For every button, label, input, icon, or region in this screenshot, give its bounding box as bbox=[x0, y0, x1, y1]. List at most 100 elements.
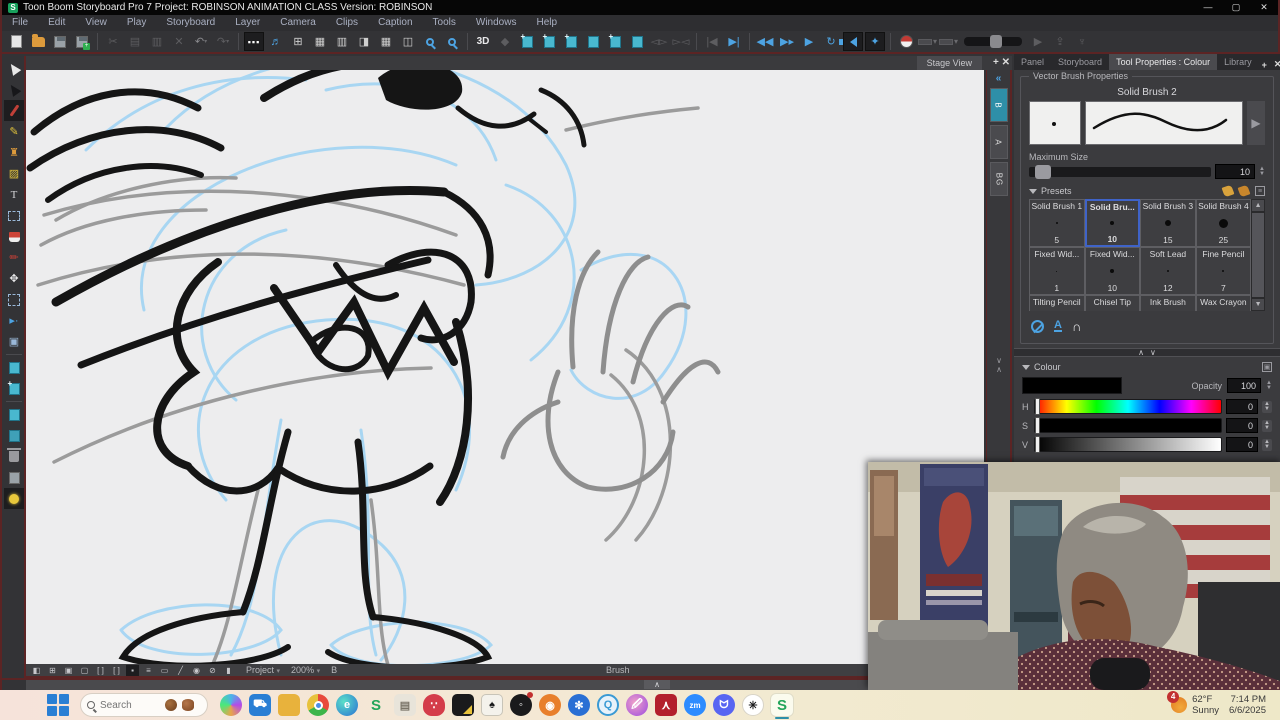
layer-tab-b[interactable]: B bbox=[989, 88, 1008, 122]
menu-play[interactable]: Play bbox=[117, 15, 156, 31]
minimize-button[interactable]: — bbox=[1194, 0, 1222, 15]
tab-library[interactable]: Library bbox=[1217, 54, 1259, 70]
stage-add-view-button[interactable]: + bbox=[993, 57, 999, 68]
new-panel-icon[interactable] bbox=[517, 32, 537, 51]
opacity-stepper[interactable]: ▲ ▼ bbox=[1266, 380, 1272, 391]
menu-layer[interactable]: Layer bbox=[225, 15, 270, 31]
saturation-value[interactable]: 0 bbox=[1226, 418, 1259, 433]
transform-tool[interactable] bbox=[4, 79, 24, 100]
taskbar-store-icon[interactable]: ⛟ bbox=[249, 694, 271, 716]
redo-icon[interactable]: ↷ ▾ bbox=[213, 32, 233, 51]
table-view-icon[interactable]: ▦ bbox=[376, 32, 396, 51]
tab-tool-properties-colour[interactable]: Tool Properties : Colour bbox=[1109, 54, 1218, 70]
preset-tilting-pencil[interactable]: Tilting Pencil bbox=[1029, 295, 1085, 311]
hue-value[interactable]: 0 bbox=[1226, 399, 1259, 414]
status-zoom-dropdown[interactable]: 200% ▾ bbox=[291, 665, 320, 675]
preset-solid-brush-3[interactable]: Solid Brush 3 15 bbox=[1140, 199, 1196, 247]
paint-tool[interactable] bbox=[4, 226, 24, 247]
taskbar-green-s-icon[interactable]: S bbox=[365, 694, 387, 716]
start-button-icon[interactable] bbox=[46, 693, 70, 717]
draw-behind-icon[interactable] bbox=[1031, 319, 1044, 333]
layer-tab-bg[interactable]: BG bbox=[989, 162, 1008, 196]
colour-wheel-icon[interactable]: ◉ bbox=[190, 665, 203, 676]
scroll-down-icon[interactable]: ▼ bbox=[1252, 299, 1265, 310]
colour-collapse-icon[interactable] bbox=[1022, 364, 1030, 370]
preset-solid-brush-2[interactable]: Solid Bru... 10 bbox=[1084, 199, 1141, 247]
auto-light-table-button[interactable] bbox=[4, 488, 24, 509]
taskbar-clock[interactable]: 7:14 PM 6/6/2025 bbox=[1229, 694, 1266, 716]
copy-panel-icon[interactable] bbox=[605, 32, 625, 51]
hue-stepper[interactable]: ▲ ▼ bbox=[1262, 400, 1272, 413]
taskbar-weather-widget[interactable]: 4 62°F Sunny bbox=[1167, 691, 1219, 716]
collapse-panel-icon[interactable]: « bbox=[991, 73, 1007, 85]
playback-mode-dropdown[interactable]: ▾ bbox=[939, 37, 958, 46]
taskbar-quicktime-icon[interactable]: Q bbox=[597, 694, 619, 716]
value-value[interactable]: 0 bbox=[1226, 437, 1259, 452]
preset-soft-lead[interactable]: Soft Lead 12 bbox=[1140, 247, 1196, 295]
preset-chisel-tip[interactable]: Chisel Tip bbox=[1084, 295, 1141, 311]
save-icon[interactable] bbox=[50, 32, 70, 51]
new-panel-before-icon[interactable] bbox=[539, 32, 559, 51]
auto-flatten-icon[interactable]: A bbox=[1054, 320, 1062, 332]
menu-edit[interactable]: Edit bbox=[38, 15, 75, 31]
current-colour-swatch[interactable] bbox=[1022, 377, 1122, 394]
taskbar-zoom-icon[interactable]: zm bbox=[684, 694, 706, 716]
close-button[interactable]: ✕ bbox=[1250, 0, 1278, 15]
taskbar-blender-icon[interactable]: ◉ bbox=[539, 694, 561, 716]
zoom-out-icon[interactable] bbox=[420, 32, 440, 51]
preset-fixed-width-1[interactable]: Fixed Wid... 1 bbox=[1029, 247, 1085, 295]
presets-scrollbar[interactable]: ▲ ▼ bbox=[1251, 199, 1265, 311]
scroll-thumb[interactable] bbox=[1252, 213, 1265, 297]
preset-menu-icon[interactable]: ≡ bbox=[1255, 186, 1265, 196]
camera-preview-toggle-icon[interactable]: ✦ bbox=[865, 32, 885, 51]
first-frame-icon[interactable]: ◀◀ bbox=[755, 32, 775, 51]
preset-solid-brush-4[interactable]: Solid Brush 4 25 bbox=[1195, 199, 1252, 247]
zoom-in-icon[interactable] bbox=[442, 32, 462, 51]
undo-icon[interactable]: ↶ ▾ bbox=[191, 32, 211, 51]
search-input[interactable] bbox=[100, 699, 160, 711]
maximize-button[interactable]: ▢ bbox=[1222, 0, 1250, 15]
taskbar-file-explorer-icon[interactable] bbox=[278, 694, 300, 716]
menu-windows[interactable]: Windows bbox=[466, 15, 527, 31]
menu-tools[interactable]: Tools bbox=[423, 15, 466, 31]
saturation-stepper[interactable]: ▲ ▼ bbox=[1262, 419, 1272, 432]
project-safety-icon[interactable]: [ ] bbox=[94, 665, 107, 676]
taskbar-edge-icon[interactable]: e bbox=[336, 694, 358, 716]
colour-menu-icon[interactable]: ▣ bbox=[1262, 362, 1272, 372]
taskbar-storyboard-pro-icon[interactable]: S bbox=[771, 694, 793, 719]
taskbar-chrome-icon[interactable] bbox=[307, 694, 329, 716]
edit-pivot-tool[interactable]: ▣ bbox=[4, 331, 24, 352]
menu-view[interactable]: View bbox=[75, 15, 117, 31]
create-panel-button[interactable] bbox=[4, 357, 24, 378]
new-project-icon[interactable] bbox=[6, 32, 26, 51]
previous-panel-icon[interactable]: |◀ bbox=[702, 32, 722, 51]
next-panel-icon[interactable]: ▶| bbox=[724, 32, 744, 51]
contour-editor-tool[interactable]: ▸· bbox=[4, 310, 24, 331]
strip-splitter-handle[interactable]: ∨ ∧ bbox=[988, 356, 1010, 374]
eraser-tool[interactable]: ▨ bbox=[4, 163, 24, 184]
menu-camera[interactable]: Camera bbox=[270, 15, 326, 31]
thumbnail-view-icon[interactable]: ▥ bbox=[332, 32, 352, 51]
menu-caption[interactable]: Caption bbox=[368, 15, 422, 31]
hue-slider[interactable] bbox=[1034, 398, 1223, 415]
taskbar-red-app-icon[interactable]: ∵ bbox=[423, 694, 445, 716]
stamp-tool[interactable]: ♜ bbox=[4, 142, 24, 163]
action-safe-icon[interactable]: ▢ bbox=[78, 665, 91, 676]
timeline-expander-button[interactable]: ∧ bbox=[644, 680, 670, 689]
taskbar-copilot-icon[interactable] bbox=[220, 694, 242, 716]
taskbar-discord-icon[interactable]: ᗢ bbox=[713, 694, 735, 716]
max-size-slider[interactable] bbox=[1029, 164, 1212, 179]
paste-icon[interactable]: ▥ bbox=[147, 32, 167, 51]
add-panel-button[interactable] bbox=[4, 378, 24, 399]
lock-icon[interactable]: ▮ bbox=[222, 665, 235, 676]
brush-preview-expand-button[interactable]: ▶ bbox=[1247, 101, 1265, 145]
duplicate-panel-icon[interactable] bbox=[583, 32, 603, 51]
max-size-value[interactable]: 10 bbox=[1215, 164, 1256, 179]
panel-black-view-icon[interactable]: ◨ bbox=[354, 32, 374, 51]
split-panel-icon[interactable] bbox=[627, 32, 647, 51]
taskbar-notepad-icon[interactable]: ▤ bbox=[394, 694, 416, 716]
camera-frame-icon[interactable]: [ ] bbox=[110, 665, 123, 676]
taskbar-vinyl-icon[interactable]: ◦ bbox=[510, 692, 533, 716]
rename-panel-button[interactable] bbox=[4, 467, 24, 488]
add-panel-tab-button[interactable]: + bbox=[1259, 60, 1270, 70]
